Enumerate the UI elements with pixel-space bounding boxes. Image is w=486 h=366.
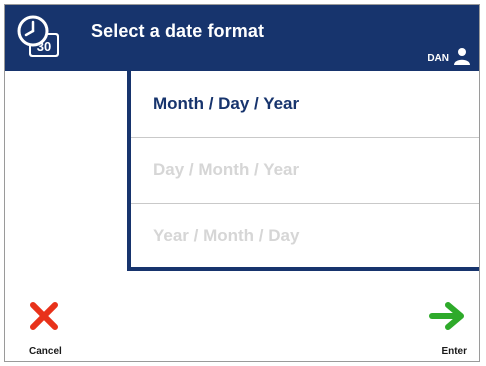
page-title: Select a date format (91, 21, 265, 41)
option-label: Day / Month / Year (153, 160, 300, 179)
option-label: Year / Month / Day (153, 226, 300, 245)
x-icon (30, 302, 58, 330)
option-month-day-year[interactable]: Month / Day / Year (131, 71, 479, 137)
option-day-month-year[interactable]: Day / Month / Year (131, 137, 479, 203)
arrow-right-icon (429, 302, 464, 330)
screen: 30 Select a date format DAN Month / Day … (4, 4, 480, 362)
cancel-button[interactable]: Cancel (5, 293, 85, 361)
option-year-month-day[interactable]: Year / Month / Day (131, 203, 479, 269)
enter-button[interactable]: Enter (399, 293, 479, 361)
user-name: DAN (427, 53, 449, 64)
date-format-list: Month / Day / Year Day / Month / Year Ye… (127, 71, 479, 271)
cancel-label: Cancel (29, 346, 62, 357)
header-bar: 30 Select a date format DAN (5, 5, 479, 71)
user-icon (454, 48, 470, 65)
calendar-clock-icon: 30 (17, 15, 59, 57)
enter-label: Enter (441, 346, 467, 357)
option-label: Month / Day / Year (153, 94, 300, 113)
